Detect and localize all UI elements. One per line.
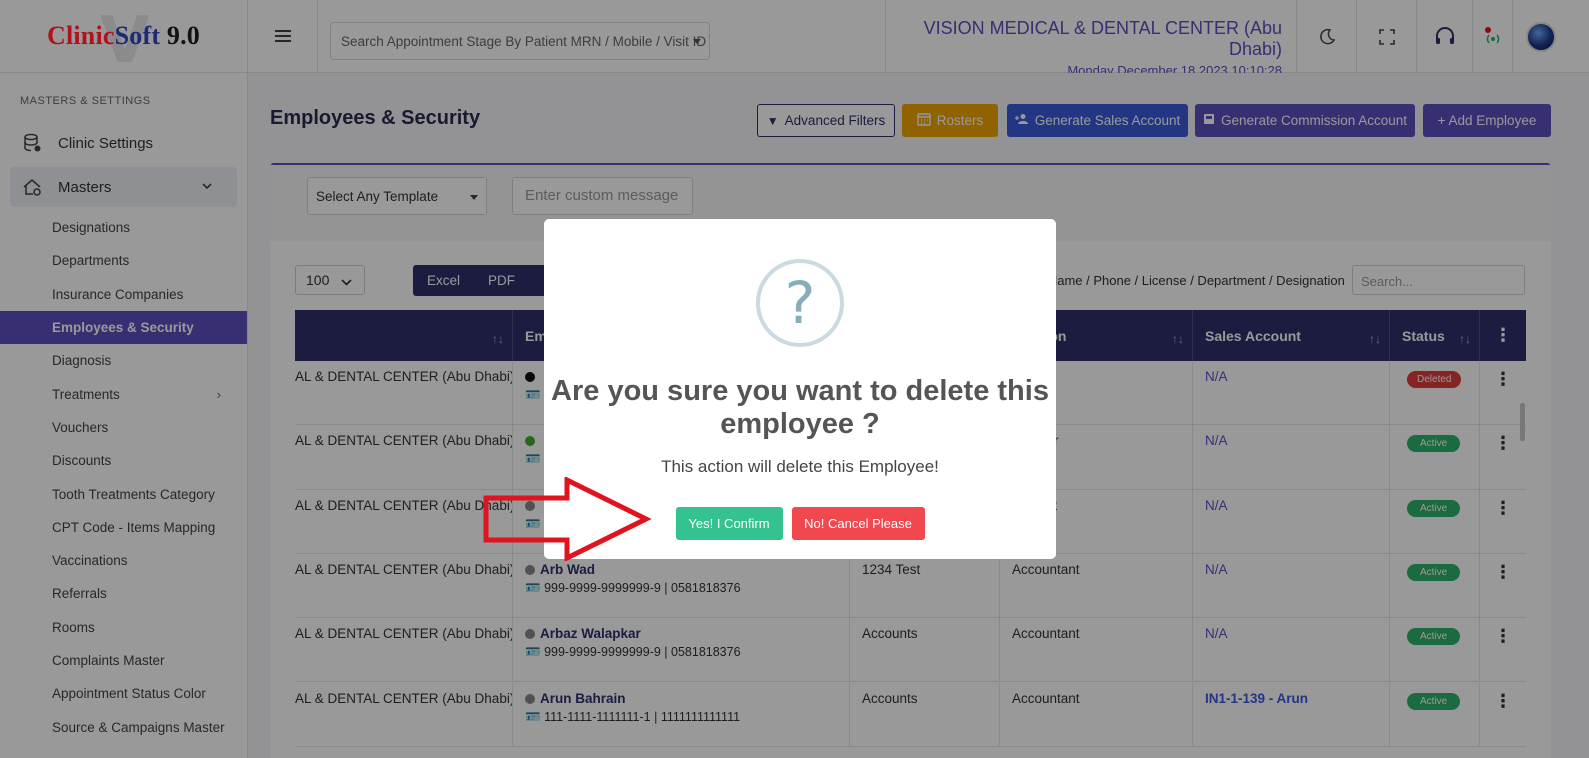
- dialog-text: This action will delete this Employee!: [661, 457, 939, 476]
- logo-part-version: 9.0: [160, 21, 201, 50]
- logo-text: ClinicSoft 9.0: [47, 21, 200, 51]
- red-annotation-arrow-icon: [483, 477, 652, 561]
- confirm-button[interactable]: Yes! I Confirm: [675, 507, 783, 540]
- logo-part-clinic: Clinic: [46, 21, 115, 50]
- dialog-title: Are you sure you want to delete this emp…: [551, 375, 1049, 440]
- logo-part-soft: Soft: [114, 21, 161, 50]
- cancel-button[interactable]: No! Cancel Please: [791, 507, 925, 540]
- question-icon: ?: [756, 259, 844, 347]
